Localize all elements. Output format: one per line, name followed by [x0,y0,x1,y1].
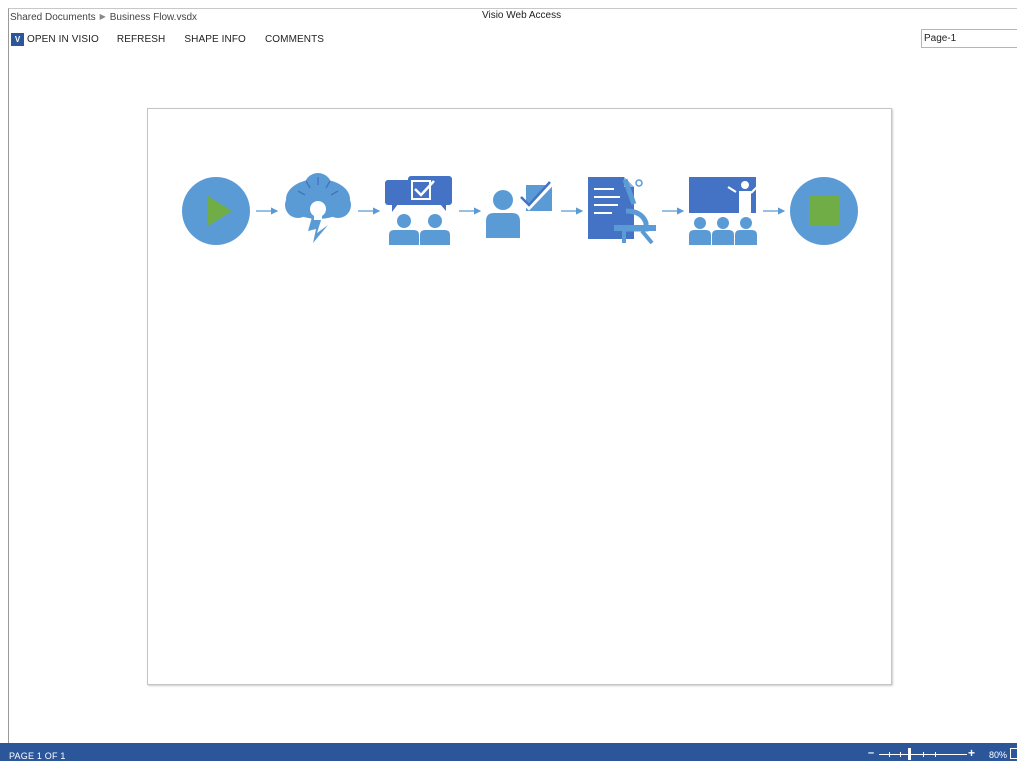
refresh-button[interactable]: REFRESH [117,34,165,45]
idea-cloud-icon[interactable] [285,173,351,243]
page-info-label: PAGE 1 OF 1 [9,751,66,761]
zoom-level-label: 80% [989,750,1008,760]
people-chat-icon[interactable] [385,176,452,245]
zoom-in-button[interactable]: + [968,746,975,760]
shape-info-button[interactable]: SHAPE INFO [184,34,246,45]
visio-web-access-window: Shared Documents ▶ Business Flow.vsdx Visi… [8,8,1017,761]
zoom-out-button[interactable]: – [868,747,874,759]
breadcrumb-folder[interactable]: Shared Documents [10,12,96,23]
presentation-icon[interactable] [689,177,760,245]
diagram-canvas[interactable] [147,108,892,685]
breadcrumb-separator-icon: ▶ [99,12,106,21]
document-microscope-icon[interactable] [588,177,656,245]
zoom-slider-tick [900,752,901,757]
open-in-visio-button[interactable]: OPEN IN VISIO [27,34,99,45]
status-bar: PAGE 1 OF 1 – + 80% [0,743,1017,761]
play-icon[interactable] [182,177,250,245]
zoom-slider-tick [935,752,936,757]
breadcrumb-file: Business Flow.vsdx [109,12,198,23]
zoom-slider-tick [923,752,924,757]
visio-logo-icon: V [11,32,24,46]
breadcrumb: Shared Documents ▶ Business Flow.vsdx [10,12,197,23]
comments-button[interactable]: COMMENTS [265,34,324,45]
app-title: Visio Web Access [482,10,562,21]
page-selector-dropdown[interactable]: Page-1 [921,29,1017,48]
title-bar: Shared Documents ▶ Business Flow.vsdx Visi… [9,9,1017,27]
zoom-slider-thumb[interactable] [908,748,911,760]
zoom-slider-tick [889,752,890,757]
diagram-svg [182,173,858,245]
stop-icon[interactable] [790,177,858,245]
fit-to-page-icon[interactable] [1010,748,1017,759]
toolbar: V OPEN IN VISIO REFRESH SHAPE INFO COMME… [11,30,324,48]
person-check-icon[interactable] [486,181,554,238]
